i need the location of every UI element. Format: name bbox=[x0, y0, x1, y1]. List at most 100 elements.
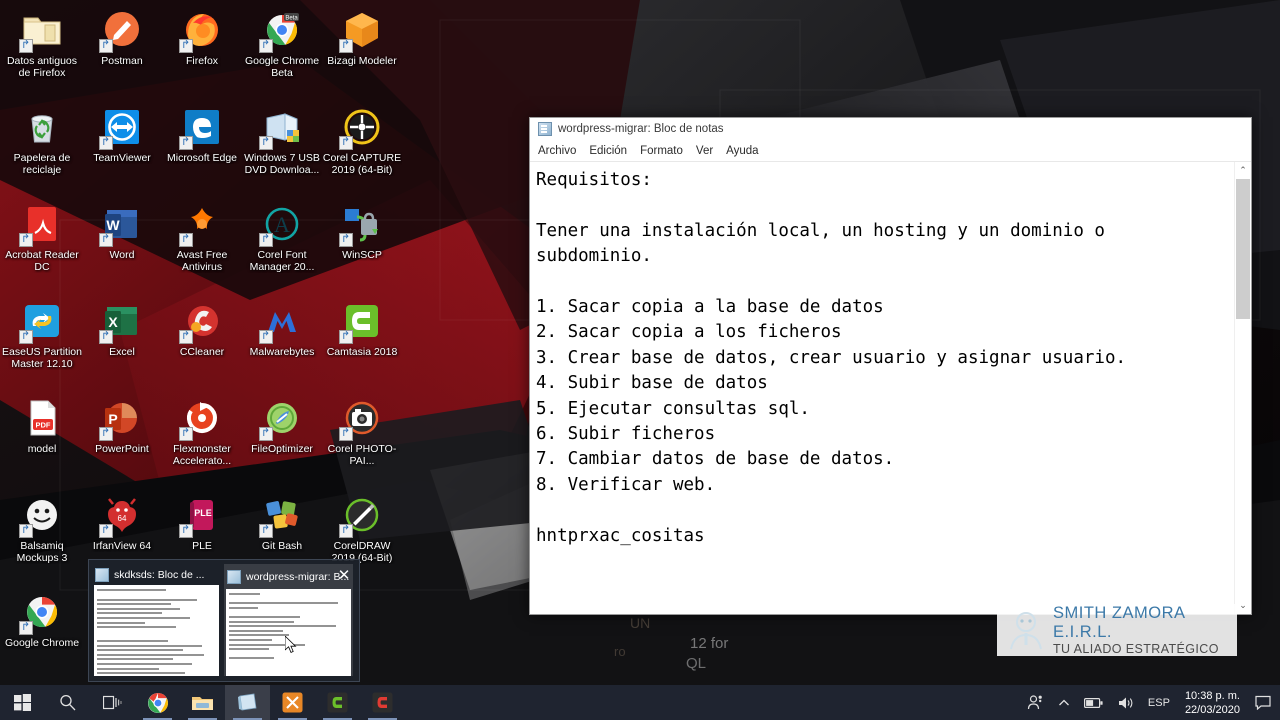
thumbnail-item-skdksds[interactable]: skdksds: Bloc de ... bbox=[92, 564, 221, 676]
taskbar-app-chrome[interactable] bbox=[135, 685, 180, 720]
shortcut-arrow-icon bbox=[339, 136, 353, 150]
shortcut-arrow-icon bbox=[19, 524, 33, 538]
recycle-bin-icon bbox=[21, 106, 63, 148]
taskbar-app-coreldraw[interactable] bbox=[360, 685, 405, 720]
desktop-icon-bizagi-modeler[interactable]: Bizagi Modeler bbox=[322, 4, 402, 101]
shortcut-arrow-icon bbox=[179, 233, 193, 247]
desktop-icon-teamviewer[interactable]: TeamViewer bbox=[82, 101, 162, 198]
chrome-icon bbox=[19, 591, 63, 635]
system-tray[interactable]: ESP 10:38 p. m. 22/03/2020 bbox=[1020, 685, 1280, 720]
desktop-icon-winscp[interactable]: WinSCP bbox=[322, 198, 402, 295]
taskbar-app-file-explorer[interactable] bbox=[180, 685, 225, 720]
desktop-icon-acrobat-reader-dc[interactable]: Acrobat Reader DC bbox=[2, 198, 82, 295]
desktop-icon-firefox[interactable]: Firefox bbox=[162, 4, 242, 101]
taskbar[interactable]: ESP 10:38 p. m. 22/03/2020 bbox=[0, 685, 1280, 720]
scrollbar-thumb[interactable] bbox=[1236, 179, 1250, 319]
svg-text:UN: UN bbox=[630, 615, 650, 631]
notepad-vertical-scrollbar[interactable]: ⌃ ⌄ bbox=[1234, 162, 1251, 614]
start-button[interactable] bbox=[0, 685, 45, 720]
notepad-titlebar[interactable]: wordpress-migrar: Bloc de notas bbox=[530, 118, 1251, 140]
notepad-taskbar-icon bbox=[238, 693, 257, 711]
scroll-up-arrow-icon[interactable]: ⌃ bbox=[1235, 162, 1251, 179]
desktop-icon-excel[interactable]: X Excel bbox=[82, 295, 162, 392]
desktop-icon-label: Google Chrome Beta bbox=[244, 55, 320, 79]
shortcut-arrow-icon bbox=[339, 39, 353, 53]
scrollbar-track[interactable] bbox=[1235, 179, 1251, 597]
taskbar-spacer bbox=[405, 685, 1020, 720]
thumbnail-screenshot[interactable] bbox=[94, 585, 219, 676]
desktop-icon-easeus-partition-master-12-10[interactable]: EaseUS Partition Master 12.10 bbox=[2, 295, 82, 392]
notepad-window[interactable]: wordpress-migrar: Bloc de notas Archivo … bbox=[529, 117, 1252, 615]
desktop-icon-camtasia-2018[interactable]: Camtasia 2018 bbox=[322, 295, 402, 392]
ple-icon: PLE bbox=[179, 494, 223, 538]
desktop-icon-label: Git Bash bbox=[261, 540, 303, 552]
desktop-icon-windows-7-usb-dvd-downloa[interactable]: Windows 7 USB DVD Downloa... bbox=[242, 101, 322, 198]
notepad-title-text: wordpress-migrar: Bloc de notas bbox=[558, 123, 724, 135]
scroll-down-arrow-icon[interactable]: ⌄ bbox=[1235, 597, 1251, 614]
desktop-icon-corel-capture-2019-64-bit[interactable]: Corel CAPTURE 2019 (64-Bit) bbox=[322, 101, 402, 198]
desktop-icon-label: Excel bbox=[109, 346, 135, 358]
action-center-button[interactable] bbox=[1248, 685, 1278, 720]
shortcut-arrow-icon bbox=[99, 524, 113, 538]
desktop-icon-google-chrome-beta[interactable]: Beta Google Chrome Beta bbox=[242, 4, 322, 101]
menu-ver[interactable]: Ver bbox=[696, 145, 713, 157]
taskbar-app-notepad[interactable] bbox=[225, 685, 270, 720]
desktop-icon-microsoft-edge[interactable]: Microsoft Edge bbox=[162, 101, 242, 198]
show-hidden-icons-button[interactable] bbox=[1051, 685, 1077, 720]
desktop-icon-label: Malwarebytes bbox=[249, 346, 315, 358]
desktop-icon-google-chrome[interactable]: Google Chrome bbox=[2, 586, 82, 683]
volume-button[interactable] bbox=[1111, 685, 1141, 720]
watermark-logo: SMITH ZAMORA E.I.R.L. TU ALIADO ESTRATÉG… bbox=[997, 604, 1237, 656]
fileoptimizer-icon bbox=[259, 397, 303, 441]
shortcut-arrow-icon bbox=[339, 524, 353, 538]
action-center-icon bbox=[1255, 695, 1271, 710]
notepad-menubar[interactable]: Archivo Edición Formato Ver Ayuda bbox=[530, 140, 1251, 162]
watermark-text: SMITH ZAMORA E.I.R.L. TU ALIADO ESTRATÉG… bbox=[1053, 604, 1237, 657]
people-button[interactable] bbox=[1020, 685, 1051, 720]
svg-text:W: W bbox=[106, 217, 120, 233]
desktop-icon-postman[interactable]: Postman bbox=[82, 4, 162, 101]
desktop-icon-label: Acrobat Reader DC bbox=[5, 249, 79, 273]
desktop-icon-fileoptimizer[interactable]: FileOptimizer bbox=[242, 392, 322, 489]
search-button[interactable] bbox=[45, 685, 90, 720]
battery-button[interactable] bbox=[1077, 685, 1111, 720]
desktop-icon-corel-photo-pai[interactable]: Corel PHOTO-PAI... bbox=[322, 392, 402, 489]
shortcut-arrow-icon bbox=[179, 524, 193, 538]
thumbnail-close-icon[interactable]: ✕ bbox=[333, 565, 355, 585]
pdf-file-icon: PDF bbox=[30, 400, 56, 436]
desktop-icon-powerpoint[interactable]: P PowerPoint bbox=[82, 392, 162, 489]
shortcut-arrow-icon bbox=[19, 621, 33, 635]
shortcut-arrow-icon bbox=[259, 136, 273, 150]
desktop-icon-label: Datos antiguos de Firefox bbox=[6, 55, 78, 79]
clock[interactable]: 10:38 p. m. 22/03/2020 bbox=[1177, 685, 1248, 720]
language-indicator[interactable]: ESP bbox=[1141, 685, 1177, 720]
desktop-icon-corel-font-manager-20[interactable]: A Corel Font Manager 20... bbox=[242, 198, 322, 295]
desktop-icon-model[interactable]: PDF model bbox=[2, 392, 82, 489]
menu-formato[interactable]: Formato bbox=[640, 145, 683, 157]
task-view-button[interactable] bbox=[90, 685, 135, 720]
desktop-icon-papelera-de-reciclaje[interactable]: Papelera de reciclaje bbox=[2, 101, 82, 198]
desktop-icon-flexmonster-accelerato[interactable]: Flexmonster Accelerato... bbox=[162, 392, 242, 489]
shortcut-arrow-icon bbox=[99, 330, 113, 344]
desktop-icon-ccleaner[interactable]: CCleaner bbox=[162, 295, 242, 392]
shortcut-arrow-icon bbox=[99, 136, 113, 150]
desktop-icon-label: PLE bbox=[192, 540, 212, 552]
menu-edicion[interactable]: Edición bbox=[589, 145, 627, 157]
taskbar-app-bizagi[interactable] bbox=[270, 685, 315, 720]
desktop-icon-balsamiq-mockups-3[interactable]: Balsamiq Mockups 3 bbox=[2, 489, 82, 586]
thumbnail-screenshot[interactable] bbox=[226, 589, 351, 676]
desktop-icon-label: WinSCP bbox=[342, 249, 382, 261]
clock-time: 10:38 p. m. bbox=[1184, 689, 1240, 702]
notepad-text-area[interactable]: Requisitos: Tener una instalación local,… bbox=[530, 162, 1234, 614]
desktop-icon-datos-antiguos-de-firefox[interactable]: Datos antiguos de Firefox bbox=[2, 4, 82, 101]
desktop-icon-malwarebytes[interactable]: Malwarebytes bbox=[242, 295, 322, 392]
desktop-icon-avast-free-antivirus[interactable]: Avast Free Antivirus bbox=[162, 198, 242, 295]
menu-ayuda[interactable]: Ayuda bbox=[726, 145, 758, 157]
svg-text:12 for: 12 for bbox=[690, 635, 728, 652]
menu-archivo[interactable]: Archivo bbox=[538, 145, 576, 157]
taskbar-app-camtasia[interactable] bbox=[315, 685, 360, 720]
shortcut-arrow-icon bbox=[19, 233, 33, 247]
desktop-icon-word[interactable]: W Word bbox=[82, 198, 162, 295]
git-bash-icon bbox=[259, 494, 303, 538]
taskbar-thumbnail-preview[interactable]: skdksds: Bloc de ... wordpress-migrar: B… bbox=[88, 559, 360, 682]
